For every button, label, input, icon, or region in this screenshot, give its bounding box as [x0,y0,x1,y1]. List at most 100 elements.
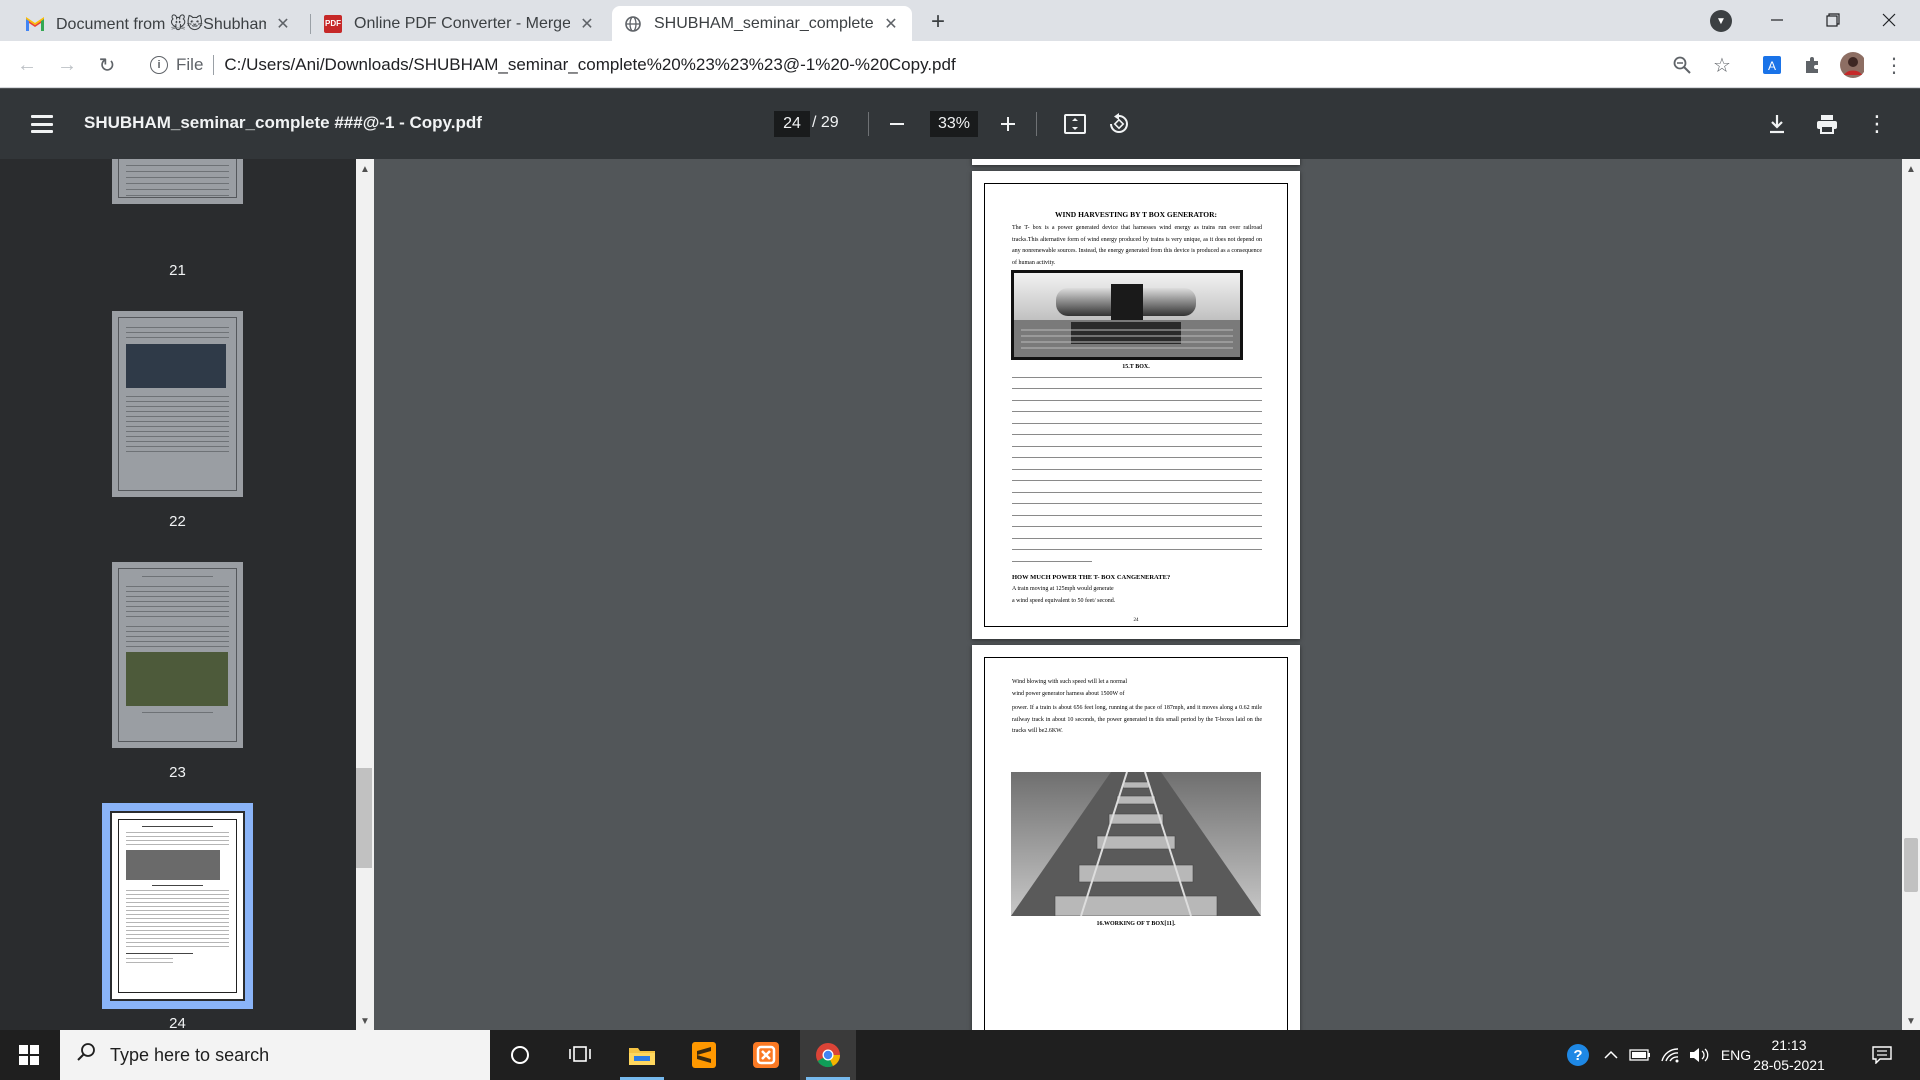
page-thumbnail-21[interactable] [110,159,245,206]
page-paragraph: power. If a train is about 656 feet long… [1012,705,1262,734]
scroll-down-icon[interactable]: ▼ [360,1016,370,1027]
tab-online-pdf-converter[interactable]: PDF Online PDF Converter - Merge, co ✕ [312,6,608,41]
close-tab-icon[interactable]: ✕ [578,15,596,33]
chrome-menu-icon[interactable]: ⋮ [1882,53,1906,77]
show-hidden-icons-icon[interactable] [1598,1030,1624,1080]
page-subheading: HOW MUCH POWER THE T- BOX CANGENERATE? [1012,574,1171,581]
search-placeholder: Type here to search [110,1044,270,1065]
document-viewport[interactable]: WIND HARVESTING BY T BOX GENERATOR: The … [374,159,1902,1030]
clock-time: 21:13 [1771,1037,1807,1053]
back-icon[interactable]: ← [12,50,42,80]
profile-avatar[interactable] [1840,52,1864,78]
close-tab-icon[interactable]: ✕ [274,15,292,33]
document-title: SHUBHAM_seminar_complete ###@-1 - Copy.p… [84,113,482,132]
cortana-icon[interactable] [492,1030,548,1080]
fit-to-page-icon[interactable] [1061,110,1089,138]
rotate-icon[interactable] [1105,110,1133,138]
page-text-line: a wind speed equivalent to 50 feet/ seco… [1012,598,1116,604]
t-box-image [1011,270,1243,360]
address-divider [213,55,215,75]
sublime-text-icon[interactable] [676,1030,732,1080]
restore-icon[interactable] [1806,0,1860,40]
address-bar[interactable]: i File C:/Users/Ani/Downloads/SHUBHAM_se… [140,47,1710,83]
taskbar-search-box[interactable]: Type here to search [60,1030,490,1080]
page-footer-number: 24 [1133,618,1139,623]
page-number-input[interactable]: 24 [774,111,810,137]
page-total: / 29 [812,114,839,131]
wifi-icon[interactable] [1656,1030,1684,1080]
print-icon[interactable] [1813,110,1841,138]
zoom-icon[interactable] [1670,53,1694,77]
zoom-level-input[interactable]: 33% [930,111,978,137]
extension-translate-icon[interactable]: A [1760,53,1784,77]
windows-logo-icon [19,1045,39,1065]
svg-text:?: ? [1573,1047,1582,1064]
menu-icon[interactable] [30,112,54,136]
tab-strip: Document from 🐭🐱Shubham🐱 ✕ PDF Online PD… [0,0,1920,41]
page-thumbnail-22[interactable] [110,309,245,499]
working-t-box-image [1011,772,1261,916]
globe-icon [624,15,642,33]
sidebar-scrollbar-thumb[interactable] [356,768,372,868]
gmail-icon [26,15,44,33]
pdf-page-24: WIND HARVESTING BY T BOX GENERATOR: The … [972,171,1300,639]
task-view-icon[interactable] [552,1030,608,1080]
scroll-up-icon[interactable]: ▲ [1906,164,1916,175]
figure-caption: 16.WORKING OF T BOX[11]. [1096,921,1176,927]
tab-title: SHUBHAM_seminar_complete ## [654,14,874,32]
document-scrollbar[interactable] [1902,159,1920,1030]
clock-date: 28-05-2021 [1753,1057,1825,1073]
page-text-line: A train moving at 125mph would generate [1012,586,1114,592]
download-icon[interactable] [1763,110,1791,138]
pdf-page-25: Wind blowing with such speed will let a … [972,645,1300,1030]
extensions-puzzle-icon[interactable] [1800,53,1824,77]
chrome-taskbar-icon[interactable] [800,1030,856,1080]
zoom-in-button[interactable] [993,109,1023,139]
scroll-down-icon[interactable]: ▼ [1906,1016,1916,1027]
forward-icon[interactable]: → [52,50,82,80]
thumbnail-label: 23 [169,764,186,781]
tab-search-icon[interactable]: ▼ [1710,10,1732,32]
more-options-icon[interactable]: ⋮ [1863,110,1891,138]
help-icon[interactable]: ? [1560,1030,1596,1080]
search-icon [76,1042,96,1068]
page-text-line: Wind blowing with such speed will let a … [1012,679,1128,685]
xampp-icon[interactable] [738,1030,794,1080]
info-icon[interactable]: i [150,56,168,74]
page-thumbnail-24[interactable] [102,803,253,1009]
scheme-label: File [176,55,204,74]
close-window-icon[interactable] [1862,0,1916,40]
tab-title: Document from 🐭🐱Shubham🐱 [56,15,266,33]
svg-text:A: A [1768,59,1776,73]
page-text-line: wind power generator harness about 1500W… [1012,691,1125,697]
reload-icon[interactable]: ↻ [92,50,122,80]
battery-icon[interactable] [1626,1030,1654,1080]
thumbnail-label: 21 [169,262,186,279]
thumbnail-label: 22 [169,513,186,530]
file-explorer-icon[interactable] [614,1030,670,1080]
page-paragraph: The T- box is a power generated device t… [1012,225,1262,266]
tab-divider [310,14,311,34]
sidebar-scrollbar[interactable] [356,159,374,1030]
zoom-out-button[interactable] [882,109,912,139]
page-thumbnail-23[interactable] [110,560,245,750]
close-tab-icon[interactable]: ✕ [882,15,900,33]
notifications-icon[interactable] [1862,1030,1902,1080]
document-scrollbar-thumb[interactable] [1904,838,1918,892]
tab-title: Online PDF Converter - Merge, co [354,14,570,32]
minimize-icon[interactable] [1750,0,1804,40]
new-tab-button[interactable]: + [924,8,952,36]
windows-taskbar: Type here to search ? ENG 21:13 28-05-20… [0,1030,1920,1080]
bookmark-star-icon[interactable]: ☆ [1710,53,1734,77]
scroll-up-icon[interactable]: ▲ [360,164,370,175]
tab-gmail-document[interactable]: Document from 🐭🐱Shubham🐱 ✕ [14,6,304,41]
start-button[interactable] [0,1030,58,1080]
toolbar-divider [868,112,869,136]
url-text[interactable]: C:/Users/Ani/Downloads/SHUBHAM_seminar_c… [224,55,955,75]
volume-icon[interactable] [1686,1030,1714,1080]
clock[interactable]: 21:13 28-05-2021 [1744,1035,1834,1075]
thumbnail-sidebar: 21 22 23 24 [0,159,356,1030]
page-heading: WIND HARVESTING BY T BOX GENERATOR: [1054,210,1218,219]
browser-toolbar: ← → ↻ i File C:/Users/Ani/Downloads/SHUB… [0,41,1920,88]
tab-pdf-document[interactable]: SHUBHAM_seminar_complete ## ✕ [612,6,912,41]
